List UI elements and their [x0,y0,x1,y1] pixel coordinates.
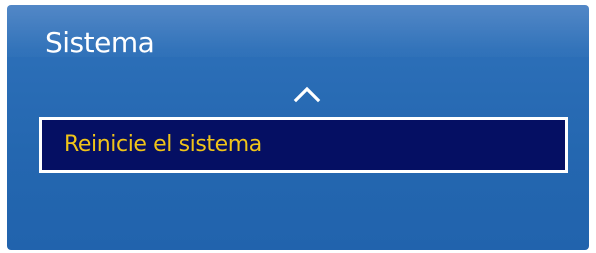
chevron-up-icon-graphic [293,86,321,103]
chevron-up-icon[interactable] [289,81,325,105]
menu-item-label: Reinicie el sistema [64,132,262,157]
panel-title: Sistema [45,26,155,59]
menu-item-restart-system[interactable]: Reinicie el sistema [39,117,568,173]
system-menu-panel: Sistema Reinicie el sistema [7,5,589,250]
